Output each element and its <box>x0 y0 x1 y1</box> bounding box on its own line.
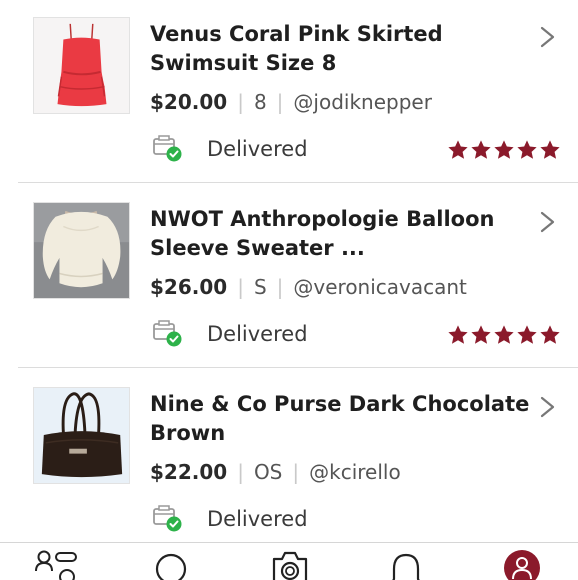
divider-bar: | <box>237 275 244 299</box>
divider-bar: | <box>276 275 284 299</box>
order-meta: $22.00 | OS | @kcirello <box>150 459 401 485</box>
people-feed-icon[interactable] <box>34 549 78 580</box>
divider-bar: | <box>237 90 244 114</box>
purse-image <box>34 388 129 483</box>
order-meta: $20.00 | 8 | @jodiknepper <box>150 89 432 115</box>
size: OS <box>253 460 283 484</box>
size: S <box>253 275 267 299</box>
star-icon <box>471 325 491 344</box>
divider-bar: | <box>292 460 300 484</box>
size: 8 <box>253 90 267 114</box>
product-thumbnail[interactable] <box>33 387 130 484</box>
product-title[interactable]: NWOT Anthropologie Balloon Sleeve Sweate… <box>150 205 530 263</box>
sweater-image <box>34 203 129 298</box>
order-list-screen: Venus Coral Pink Skirted Swimsuit Size 8… <box>0 0 578 580</box>
price: $26.00 <box>150 275 228 299</box>
delivery-status: Delivered <box>207 137 308 161</box>
package-delivered-icon <box>153 135 182 162</box>
rating-stars <box>447 324 561 346</box>
divider-bar: | <box>237 460 244 484</box>
row-divider <box>18 367 578 368</box>
star-icon <box>517 140 537 159</box>
order-row[interactable]: Venus Coral Pink Skirted Swimsuit Size 8… <box>0 0 578 185</box>
order-row[interactable]: Nine & Co Purse Dark Chocolate Brown $22… <box>0 370 578 555</box>
row-divider <box>18 182 578 183</box>
chevron-right-icon[interactable] <box>539 26 557 48</box>
star-icon <box>540 325 560 344</box>
bell-icon[interactable] <box>388 549 424 580</box>
divider-bar: | <box>276 90 284 114</box>
product-title[interactable]: Venus Coral Pink Skirted Swimsuit Size 8 <box>150 20 530 78</box>
seller-username[interactable]: @kcirello <box>309 460 401 484</box>
star-icon <box>471 140 491 159</box>
seller-username[interactable]: @veronicavacant <box>293 275 467 299</box>
order-row[interactable]: NWOT Anthropologie Balloon Sleeve Sweate… <box>0 185 578 370</box>
star-icon <box>494 140 514 159</box>
seller-username[interactable]: @jodiknepper <box>293 90 432 114</box>
product-thumbnail[interactable] <box>33 17 130 114</box>
product-thumbnail[interactable] <box>33 202 130 299</box>
chevron-right-icon[interactable] <box>539 211 557 233</box>
product-title[interactable]: Nine & Co Purse Dark Chocolate Brown <box>150 390 530 448</box>
price: $20.00 <box>150 90 228 114</box>
star-icon <box>517 325 537 344</box>
star-icon <box>448 140 468 159</box>
star-icon <box>494 325 514 344</box>
price: $22.00 <box>150 460 228 484</box>
rating-stars <box>447 139 561 161</box>
star-icon <box>448 325 468 344</box>
package-delivered-icon <box>153 320 182 347</box>
order-meta: $26.00 | S | @veronicavacant <box>150 274 467 300</box>
profile-icon[interactable] <box>503 549 541 580</box>
swimsuit-image <box>34 18 129 113</box>
delivery-status: Delivered <box>207 507 308 531</box>
bottom-nav-bar <box>0 542 578 580</box>
chevron-right-icon[interactable] <box>539 396 557 418</box>
star-icon <box>540 140 560 159</box>
delivery-status: Delivered <box>207 322 308 346</box>
package-delivered-icon <box>153 505 182 532</box>
camera-icon[interactable] <box>270 549 310 580</box>
search-icon[interactable] <box>153 549 189 580</box>
